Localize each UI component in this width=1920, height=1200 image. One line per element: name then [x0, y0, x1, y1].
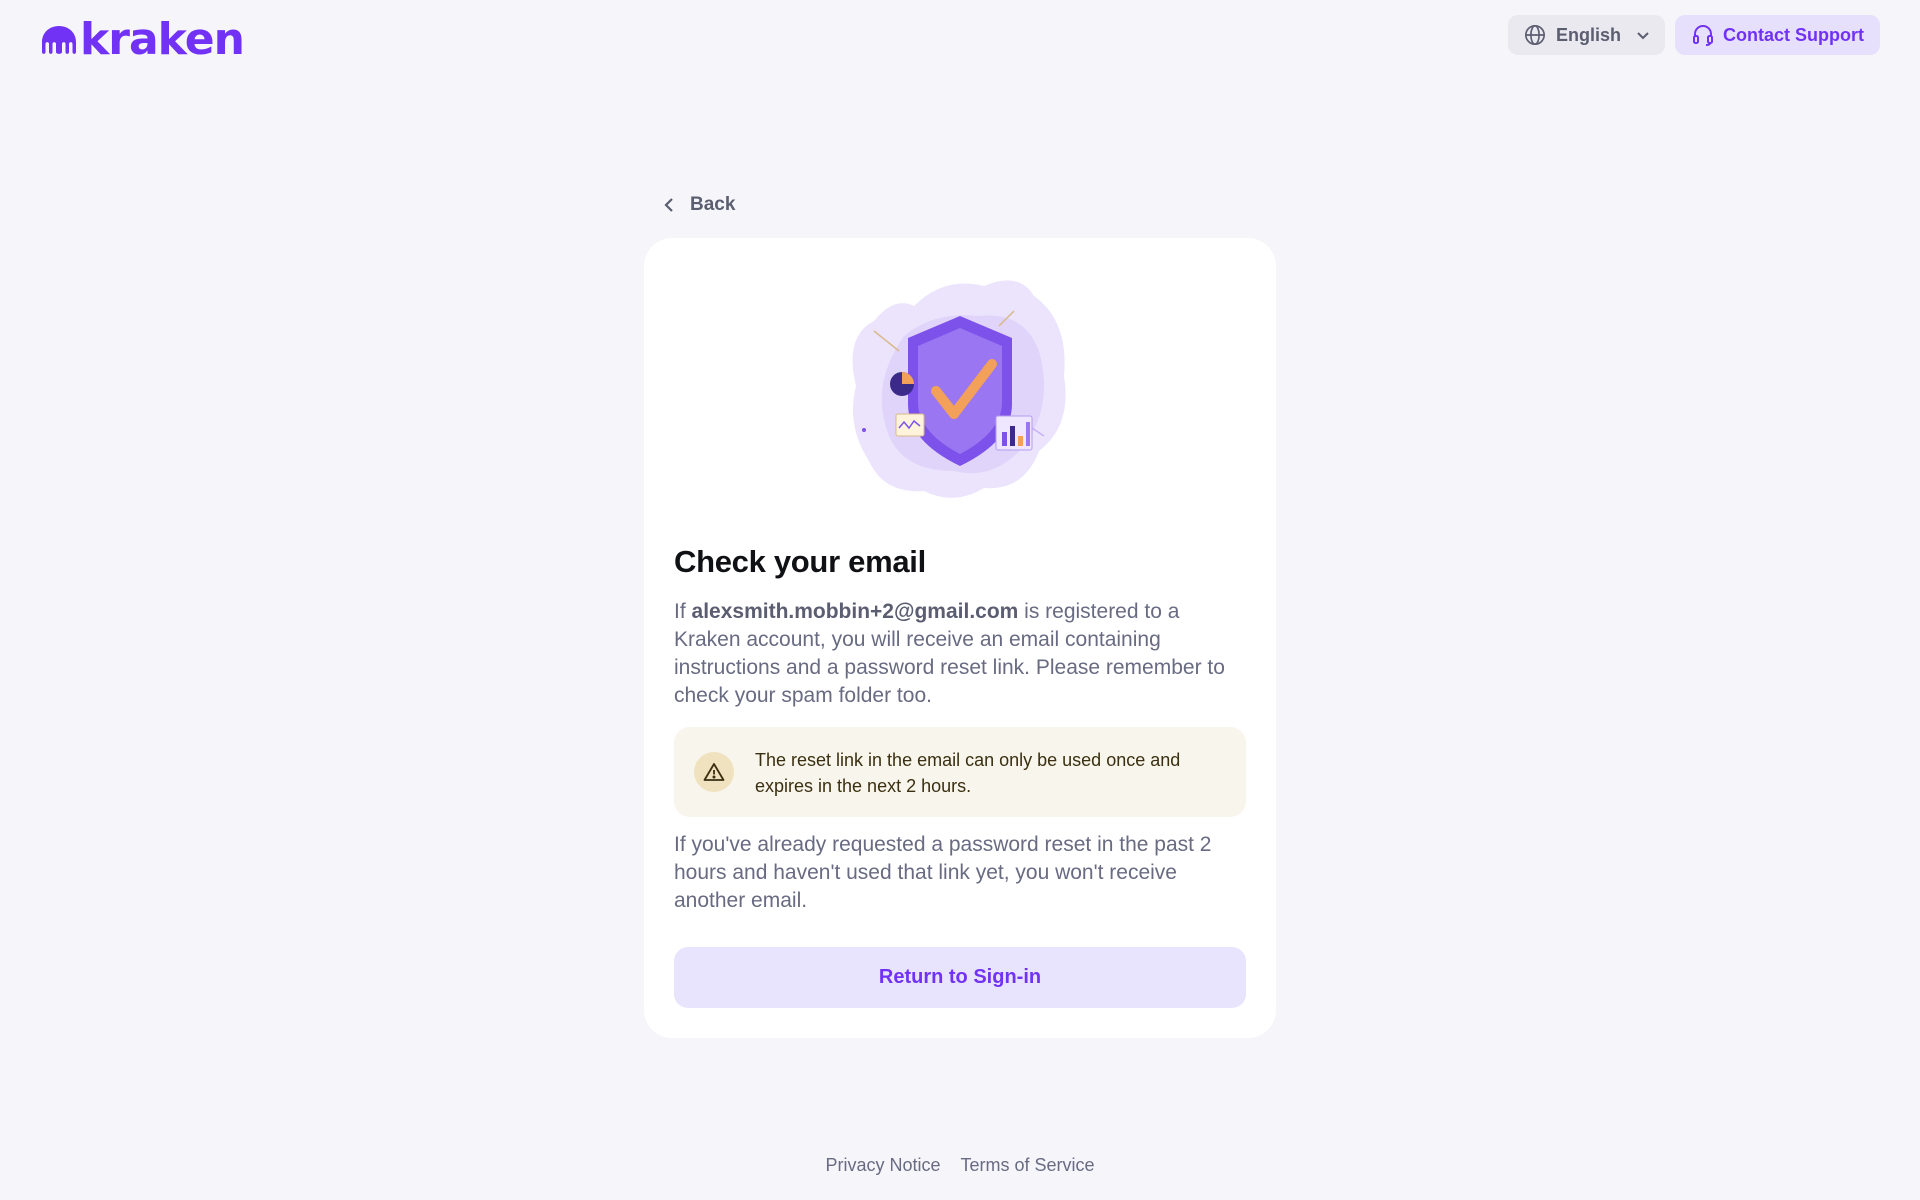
back-label: Back [690, 194, 736, 215]
globe-icon [1525, 25, 1545, 45]
warning-triangle-icon [694, 752, 734, 792]
language-label: English [1556, 24, 1622, 45]
page-title: Check your email [674, 544, 926, 579]
already-requested-text: If you've already requested a password r… [674, 833, 1212, 912]
privacy-notice-link[interactable]: Privacy Notice [825, 1155, 940, 1176]
terms-of-service-link[interactable]: Terms of Service [960, 1155, 1094, 1176]
footer: Privacy Notice Terms of Service [0, 1155, 1920, 1176]
kraken-logo-icon [42, 26, 76, 54]
language-selector[interactable]: English [1508, 15, 1665, 55]
contact-support-label: Contact Support [1723, 24, 1864, 45]
contact-support-button[interactable]: Contact Support [1675, 15, 1880, 55]
email-address: alexsmith.mobbin+2@gmail.com [691, 600, 1019, 623]
headset-icon [1693, 25, 1713, 46]
check-email-card: Check your email If alexsmith.mobbin+2@g… [644, 238, 1276, 1038]
warning-callout: The reset link in the email can only be … [674, 727, 1246, 817]
instructions-text: If alexsmith.mobbin+2@gmail.com is regis… [674, 600, 1225, 707]
shield-check-illustration [852, 280, 1066, 498]
logo-text: kraken [80, 14, 245, 65]
warning-text: The reset link in the email can only be … [755, 750, 1181, 796]
return-to-signin-button[interactable]: Return to Sign-in [674, 947, 1246, 1008]
chevron-down-icon [1637, 32, 1649, 40]
back-link[interactable]: Back [662, 194, 735, 216]
kraken-logo[interactable]: kraken [40, 14, 245, 65]
top-bar: kraken English Contact Support [0, 0, 1920, 70]
chevron-left-icon [664, 198, 673, 212]
